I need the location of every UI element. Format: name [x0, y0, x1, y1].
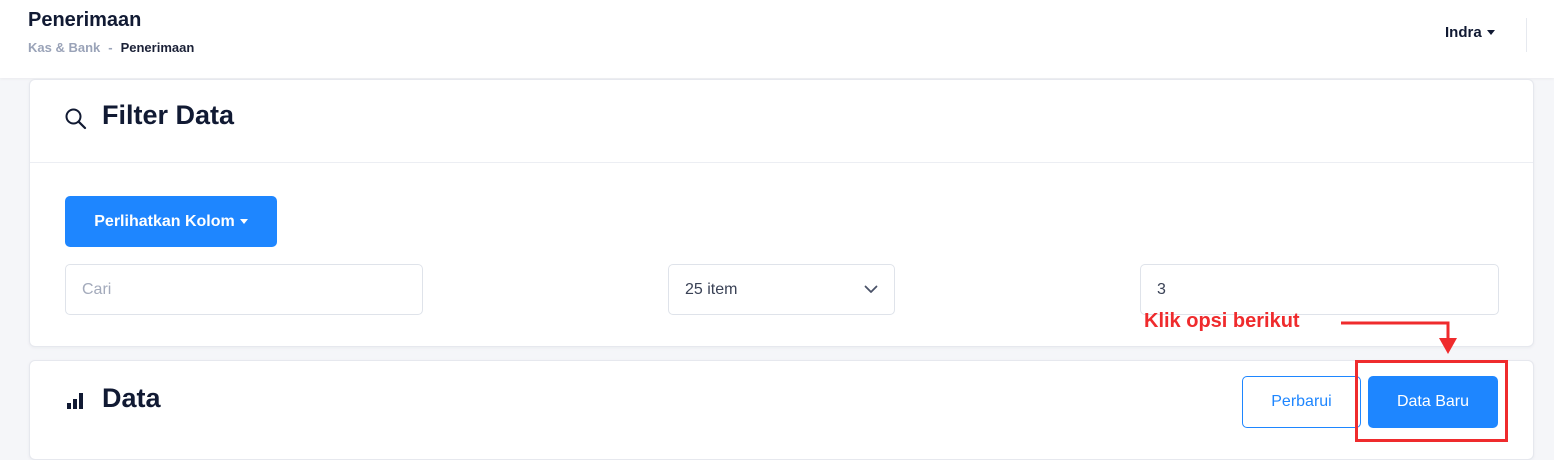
page-number-input[interactable]	[1140, 264, 1499, 315]
filter-card-title: Filter Data	[102, 100, 235, 130]
user-menu-dropdown[interactable]: Indra	[1445, 24, 1495, 41]
page-size-select[interactable]: 25 item	[668, 264, 895, 315]
caret-down-icon	[1486, 30, 1495, 35]
data-card-title: Data	[102, 383, 161, 413]
refresh-button[interactable]: Perbarui	[1242, 376, 1361, 428]
annotation-arrow-icon	[1341, 321, 1457, 354]
annotation-highlight-box	[1355, 360, 1508, 442]
top-bar: Penerimaan Kas & Bank - Penerimaan Indra	[0, 0, 1554, 78]
page-size-value: 25 item	[685, 280, 738, 298]
show-columns-button[interactable]: Perlihatkan Kolom	[65, 196, 277, 247]
page-title: Penerimaan	[28, 9, 142, 31]
show-columns-label: Perlihatkan Kolom	[94, 212, 235, 230]
breadcrumb: Kas & Bank - Penerimaan	[28, 40, 194, 55]
annotation-label: Klik opsi berikut	[1144, 310, 1300, 332]
user-name: Indra	[1445, 24, 1482, 41]
search-icon	[64, 107, 88, 131]
data-card: Data Perbarui Data Baru	[29, 360, 1534, 460]
caret-down-icon	[239, 219, 248, 224]
chevron-down-icon	[864, 281, 878, 299]
search-input[interactable]	[65, 264, 423, 315]
breadcrumb-parent-link[interactable]: Kas & Bank	[28, 40, 100, 55]
topbar-divider	[1526, 18, 1527, 52]
filter-card-header: Filter Data	[30, 80, 1533, 163]
filter-card: Filter Data Perlihatkan Kolom 25 item	[29, 79, 1534, 347]
bar-chart-icon	[66, 391, 86, 409]
breadcrumb-separator: -	[108, 40, 113, 55]
breadcrumb-current: Penerimaan	[120, 40, 195, 55]
